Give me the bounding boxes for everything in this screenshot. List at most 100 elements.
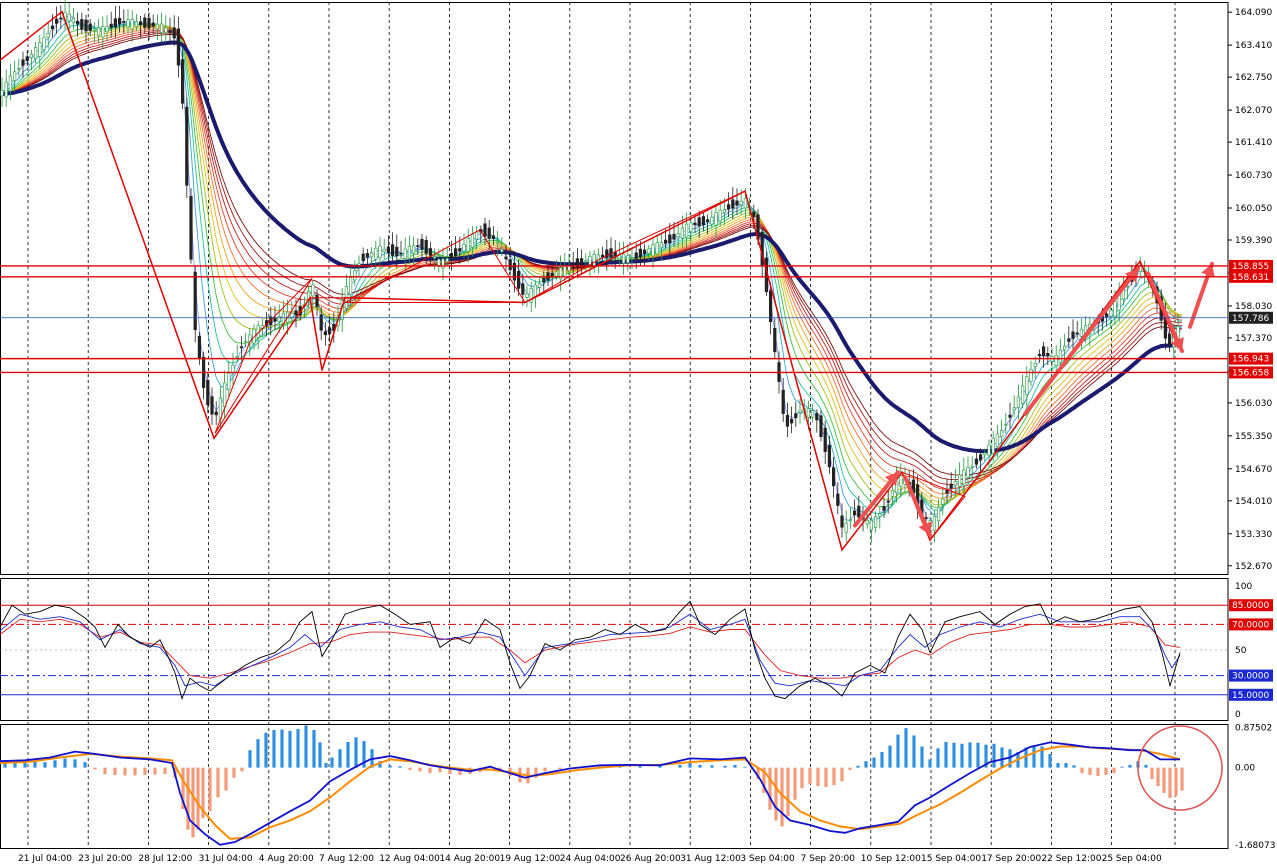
price-y-tick-label: 154.010 <box>1235 497 1272 507</box>
price-y-tick-label: 160.050 <box>1235 204 1272 214</box>
macd-histogram-bar <box>864 761 868 768</box>
level-badge-label: 158.631 <box>1232 273 1269 283</box>
macd-histogram-bar <box>113 767 117 775</box>
macd-histogram-bar <box>976 742 980 768</box>
x-tick-label: 14 Aug 20:00 <box>439 854 500 863</box>
candle-body <box>924 517 928 520</box>
candle-body <box>390 244 395 256</box>
candle-body <box>164 27 168 33</box>
candle-body <box>382 248 386 252</box>
candle-body <box>836 493 840 506</box>
x-tick-label: 15 Sep 04:00 <box>921 854 981 863</box>
x-tick-label: 22 Sep 12:00 <box>1041 854 1101 863</box>
candle-body <box>798 409 802 413</box>
candle-body <box>1067 338 1071 342</box>
macd-histogram-bar <box>678 764 682 768</box>
candle-body <box>848 519 852 521</box>
candle-body <box>462 244 466 252</box>
osc-level-label: 30.0000 <box>1232 672 1269 682</box>
macd-histogram-bar <box>53 760 57 768</box>
candle-body <box>1109 309 1113 317</box>
macd-histogram-bar <box>438 767 442 773</box>
candle-body <box>197 335 202 359</box>
macd-panel <box>0 725 1223 846</box>
macd-histogram-bar <box>354 737 358 768</box>
candle-body <box>659 242 663 249</box>
chart-root: 21 Jul 04:00 23 Jul 20:00 28 Jul 12:00 31 J… <box>0 0 1277 864</box>
candle-body <box>714 212 718 226</box>
macd-histogram-bar <box>324 763 328 768</box>
candle-body <box>672 233 676 240</box>
macd-histogram-bar <box>208 767 212 812</box>
axes: 21 Jul 04:00 23 Jul 20:00 28 Jul 12:00 31 J… <box>18 8 1275 864</box>
candle-body <box>214 411 218 416</box>
osc-y-tick-label: 50 <box>1235 646 1247 656</box>
macd-histogram-bar <box>543 767 547 772</box>
candle-body <box>80 19 84 30</box>
macd-histogram-bar <box>1150 767 1154 780</box>
candle-body <box>966 467 970 478</box>
price-y-tick-label: 154.670 <box>1235 465 1272 475</box>
candle-body <box>663 239 668 244</box>
candle-body <box>365 253 370 258</box>
candle-body <box>722 209 726 214</box>
macd-histogram-bar <box>786 767 790 816</box>
macd-histogram-bar <box>428 767 432 774</box>
macd-histogram-bar <box>723 765 727 768</box>
candle-body <box>869 520 873 531</box>
candle-body <box>621 253 626 264</box>
candle-body <box>873 516 878 528</box>
chart-svg: 21 Jul 04:00 23 Jul 20:00 28 Jul 12:00 31 J… <box>0 0 1275 864</box>
candle-body <box>361 253 365 262</box>
candle-body <box>768 290 773 323</box>
candle-body <box>1075 332 1079 335</box>
candle-body <box>710 216 714 225</box>
vertical-gridlines <box>27 2 1176 848</box>
macd-histogram-bar <box>904 728 908 768</box>
x-tick-label: 31 Jul 04:00 <box>199 854 253 863</box>
candle-body <box>1054 355 1058 366</box>
candle-body <box>1058 349 1062 363</box>
candle-body <box>399 252 403 255</box>
candle-body <box>626 255 630 263</box>
x-tick-label: 7 Sep 20:00 <box>801 854 856 863</box>
candle-body <box>600 254 605 258</box>
candle-body <box>1029 369 1033 382</box>
macd-histogram-bar <box>33 761 37 768</box>
x-tick-label: 12 Aug 04:00 <box>379 854 440 863</box>
candle-body <box>655 242 659 255</box>
macd-histogram-bar <box>793 767 797 800</box>
candle-body <box>739 200 743 206</box>
candle-body <box>899 475 903 487</box>
macd-y-tick-label: -1.68073 <box>1235 841 1275 851</box>
price-panel <box>0 0 1228 552</box>
candle-body <box>962 469 966 485</box>
x-tick-label: 21 Jul 04:00 <box>18 854 72 863</box>
x-tick-label: 25 Sep 04:00 <box>1102 854 1162 863</box>
candle-body <box>92 28 96 31</box>
candle-body <box>1012 407 1016 411</box>
candle-body <box>697 217 701 227</box>
macd-histogram-bar <box>992 743 996 768</box>
candle-body <box>424 239 428 254</box>
candle-body <box>718 209 722 222</box>
candle-body <box>878 513 882 517</box>
candle-body <box>953 481 957 486</box>
price-y-tick-label: 157.370 <box>1235 334 1272 344</box>
macd-histogram-bar <box>832 767 836 786</box>
candle-body <box>1063 345 1067 351</box>
candle-body <box>957 474 962 487</box>
candle-body <box>244 341 248 344</box>
candle-body <box>1033 362 1037 367</box>
candle-body <box>273 317 277 322</box>
candle-body <box>999 429 1004 437</box>
candle-body <box>181 59 185 104</box>
candle-body <box>537 283 542 288</box>
macd-histogram-bar <box>408 767 412 770</box>
candle-body <box>466 237 470 252</box>
candle-body <box>974 458 978 465</box>
candle-body <box>4 81 8 98</box>
candle-body <box>726 204 731 210</box>
panel-frame-1 <box>0 578 1229 721</box>
candle-body <box>206 380 210 406</box>
